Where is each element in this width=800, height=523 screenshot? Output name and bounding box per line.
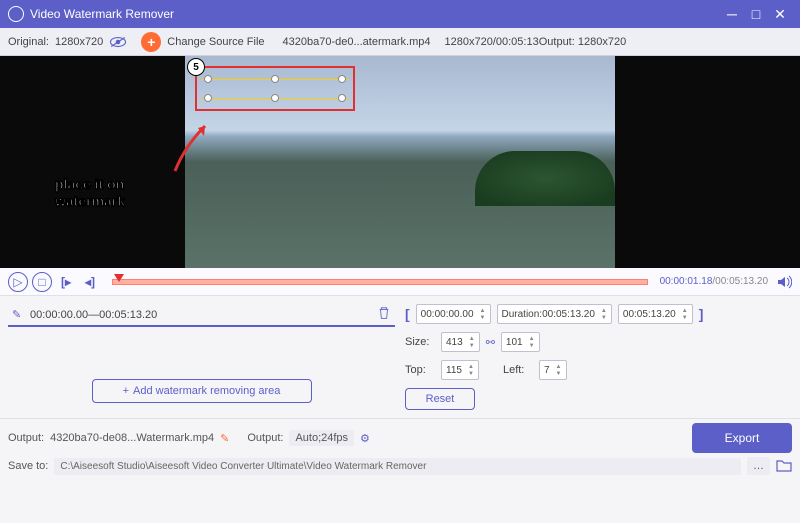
hint-arrow-icon <box>170 116 220 176</box>
playhead-icon[interactable] <box>114 274 124 282</box>
top-input[interactable]: 115▲▼ <box>441 360 479 380</box>
original-resolution: 1280x720 <box>55 36 103 48</box>
output-settings-value[interactable]: Auto;24fps <box>289 430 354 446</box>
plus-icon: + <box>123 385 129 397</box>
output-file-label: Output: <box>8 432 44 444</box>
output-label: Output: <box>539 36 575 48</box>
volume-icon[interactable] <box>776 274 792 290</box>
app-icon <box>8 6 24 22</box>
maximize-button[interactable]: □ <box>744 4 768 24</box>
watermark-selection-box[interactable]: 5 <box>195 66 355 111</box>
set-end-button[interactable]: ◂] <box>80 272 100 292</box>
segments-panel: ✎ 00:00:00.00 — 00:05:13.20 + Add waterm… <box>8 304 395 410</box>
height-input[interactable]: 101▲▼ <box>501 332 540 352</box>
delete-segment-icon[interactable] <box>377 306 391 323</box>
source-filename: 4320ba70-de0...atermark.mp4 <box>283 36 431 48</box>
app-title: Video Watermark Remover <box>30 7 174 21</box>
output-file-value: 4320ba70-de08...Watermark.mp4 <box>50 432 214 444</box>
export-button[interactable]: Export <box>692 423 792 453</box>
info-toolbar: Original: 1280x720 + Change Source File … <box>0 28 800 56</box>
playback-controls: ▷ □ [▸ ◂] 00:00:01.18/00:05:13.20 <box>0 268 800 296</box>
range-start-bracket-icon[interactable]: [ <box>405 306 410 322</box>
timeline-slider[interactable] <box>112 276 648 288</box>
size-label: Size: <box>405 336 435 348</box>
hint-text: place it onwatermark <box>55 176 125 210</box>
edit-segment-icon[interactable]: ✎ <box>12 308 26 322</box>
titlebar: Video Watermark Remover ─ □ ✕ <box>0 0 800 28</box>
time-display: 00:00:01.18/00:05:13.20 <box>660 276 768 287</box>
stop-button[interactable]: □ <box>32 272 52 292</box>
play-button[interactable]: ▷ <box>8 272 28 292</box>
aspect-link-icon[interactable]: ⚯ <box>486 336 495 349</box>
open-folder-icon[interactable] <box>776 458 792 475</box>
original-label: Original: <box>8 36 49 48</box>
video-preview[interactable]: 5 place it onwatermark <box>0 56 800 268</box>
close-button[interactable]: ✕ <box>768 4 792 24</box>
set-start-button[interactable]: [▸ <box>56 272 76 292</box>
properties-panel: [ 00:00:00.00▲▼ Duration:00:05:13.20▲▼ 0… <box>405 304 792 410</box>
left-input[interactable]: 7▲▼ <box>539 360 567 380</box>
toggle-original-icon[interactable] <box>109 36 127 48</box>
duration-input[interactable]: Duration:00:05:13.20▲▼ <box>497 304 612 324</box>
add-area-button[interactable]: + Add watermark removing area <box>92 379 312 403</box>
width-input[interactable]: 413▲▼ <box>441 332 480 352</box>
save-path-field[interactable]: C:\Aiseesoft Studio\Aiseesoft Video Conv… <box>54 458 741 475</box>
reset-button[interactable]: Reset <box>405 388 475 410</box>
output-settings-label: Output: <box>247 432 283 444</box>
save-to-label: Save to: <box>8 460 48 472</box>
segment-row[interactable]: ✎ 00:00:00.00 — 00:05:13.20 <box>8 304 395 327</box>
source-info: 1280x720/00:05:13 <box>445 36 539 48</box>
add-source-button[interactable]: + <box>141 32 161 52</box>
range-end-input[interactable]: 00:05:13.20▲▼ <box>618 304 693 324</box>
output-resolution: 1280x720 <box>578 36 626 48</box>
browse-button[interactable]: … <box>747 457 770 475</box>
change-source-link[interactable]: Change Source File <box>167 36 264 48</box>
range-end-bracket-icon[interactable]: ] <box>699 306 704 322</box>
left-label: Left: <box>503 364 533 376</box>
minimize-button[interactable]: ─ <box>720 4 744 24</box>
footer: Output: 4320ba70-de08...Watermark.mp4 ✎ … <box>0 418 800 483</box>
top-label: Top: <box>405 364 435 376</box>
rename-icon[interactable]: ✎ <box>220 432 229 445</box>
range-start-input[interactable]: 00:00:00.00▲▼ <box>416 304 491 324</box>
settings-icon[interactable]: ⚙ <box>360 432 370 445</box>
